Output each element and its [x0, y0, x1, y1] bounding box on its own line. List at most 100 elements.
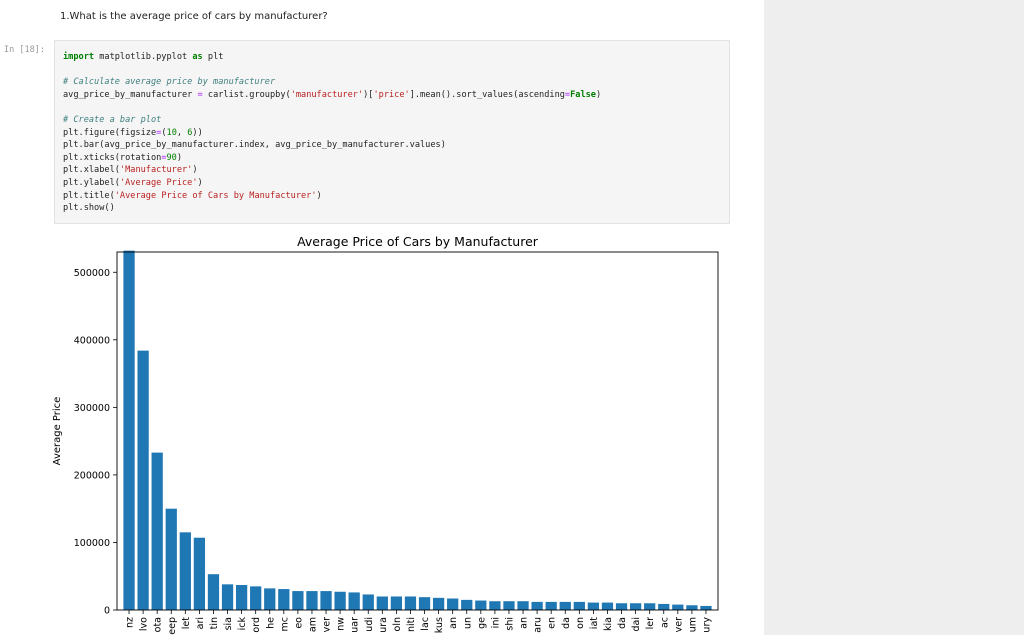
x-tick-label: oln: [392, 617, 403, 631]
x-tick-label: ge: [476, 617, 487, 629]
x-tick-label: uar: [350, 617, 361, 633]
code-token: plt.title(: [63, 190, 115, 201]
bar: [390, 596, 403, 610]
x-tick-label: ac: [659, 617, 670, 628]
x-tick-label: lac: [420, 617, 431, 631]
code-token: plt.xticks(rotation: [63, 152, 162, 163]
code-editor[interactable]: import matplotlib.pyplot as plt # Calcula…: [63, 51, 601, 215]
code-token: plt: [202, 52, 224, 62]
code-token: as: [192, 52, 203, 62]
bar: [235, 585, 248, 610]
x-tick-label: tin: [209, 617, 220, 629]
y-tick-label: 100000: [74, 538, 110, 549]
code-token: 'Average Price of Cars by Manufacturer': [114, 190, 317, 201]
code-line: plt.show(): [63, 202, 601, 215]
bar: [250, 586, 262, 610]
y-tick-label: 0: [104, 606, 110, 617]
bar: [658, 603, 670, 610]
code-token: ): [192, 165, 198, 176]
bar: [700, 605, 712, 610]
y-axis-label: Average Price: [52, 397, 63, 466]
bar: [278, 589, 290, 610]
bar: [461, 599, 473, 610]
bar: [672, 604, 684, 610]
bar-chart: Average Price of Cars by Manufacturer Ave…: [52, 234, 719, 635]
chart-title: Average Price of Cars by Manufacturer: [297, 234, 539, 249]
x-tick-label: aru: [533, 617, 544, 633]
right-side-panel: [764, 0, 1024, 635]
x-tick-label: un: [462, 617, 473, 629]
bar: [615, 603, 628, 610]
bar: [137, 350, 149, 610]
bar: [686, 605, 698, 610]
bar: [193, 537, 206, 610]
bar: [644, 603, 656, 610]
bar: [432, 597, 445, 610]
bar: [151, 452, 163, 610]
x-tick-label: niti: [406, 617, 417, 632]
x-tick-label: eep: [167, 617, 178, 635]
x-tick-label: nz: [125, 617, 136, 628]
x-tick-label: ota: [153, 617, 164, 632]
x-tick-label: on: [575, 617, 586, 629]
x-tick-label: kia: [603, 617, 614, 631]
bar: [447, 598, 459, 610]
code-token: ,: [176, 127, 188, 138]
x-tick-label: ver: [322, 617, 333, 632]
code-token: import: [63, 52, 95, 62]
bar: [306, 591, 318, 610]
code-token: plt.bar(avg_price_by_manufacturer.index,…: [63, 140, 446, 151]
bar: [320, 591, 332, 610]
code-token: carlist.groupby(: [202, 89, 291, 100]
code-line: import matplotlib.pyplot as plt: [63, 51, 601, 64]
x-tick-label: ury: [701, 617, 712, 633]
bar: [531, 601, 543, 610]
bar: [629, 603, 642, 610]
x-tick-label: nw: [336, 617, 347, 631]
code-token: 'Average Price': [119, 177, 198, 188]
x-tick-label: en: [547, 617, 558, 629]
x-tick-label: kus: [434, 617, 445, 633]
bar: [517, 601, 529, 610]
bar: [601, 602, 614, 610]
x-tick-label: shi: [504, 617, 515, 631]
bar: [587, 602, 600, 610]
x-tick-label: an: [448, 617, 459, 629]
code-token: 'price': [373, 89, 410, 100]
code-line: plt.xticks(rotation=90): [63, 152, 601, 165]
x-tick-label: am: [307, 617, 318, 632]
bar: [475, 600, 487, 610]
code-token: plt.show(): [63, 203, 115, 214]
bar: [559, 601, 571, 610]
code-token: ): [197, 177, 203, 188]
bar: [334, 591, 346, 610]
x-tick-label: um: [687, 617, 698, 632]
x-tick-label: eo: [293, 617, 304, 629]
y-tick-label: 500000: [74, 268, 110, 279]
code-token: 'Manufacturer': [119, 165, 193, 176]
notebook-area: 1.What is the average price of cars by m…: [0, 0, 764, 635]
code-token: plt.xlabel(: [63, 165, 120, 176]
code-line: plt.title('Average Price of Cars by Manu…: [63, 190, 601, 203]
x-tick-label: udi: [364, 617, 375, 632]
x-tick-label: ord: [251, 617, 262, 633]
code-token: 'manufacturer': [290, 89, 364, 100]
code-token: ].mean().sort_values(ascending: [409, 89, 565, 100]
bar: [221, 584, 234, 610]
code-token: # Calculate average price by manufacture…: [63, 77, 276, 88]
code-token: ): [316, 190, 322, 201]
x-tick-label: ari: [195, 617, 206, 629]
cell-output: Average Price of Cars by Manufacturer Ave…: [40, 228, 740, 635]
bar: [376, 596, 388, 610]
code-cell[interactable]: import matplotlib.pyplot as plt # Calcula…: [54, 40, 730, 224]
x-tick-label: mc: [279, 617, 290, 631]
x-tick-label: ick: [237, 617, 248, 631]
bar: [418, 597, 431, 610]
x-tick-label: da: [561, 617, 572, 629]
bar: [545, 601, 557, 610]
code-line: plt.xlabel('Manufacturer'): [63, 164, 601, 177]
plot-frame: [116, 251, 719, 611]
code-token: 90: [166, 152, 177, 163]
code-token: ): [176, 152, 183, 163]
